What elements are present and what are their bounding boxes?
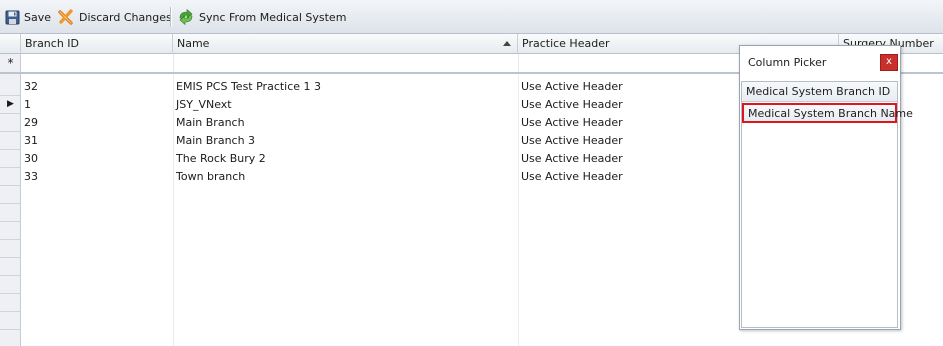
- header-indicator-cell: [0, 34, 21, 54]
- cell-branch-id[interactable]: 30: [21, 150, 173, 168]
- cell-branch-id[interactable]: 29: [21, 114, 173, 132]
- row-indicator[interactable]: [0, 150, 21, 168]
- close-icon[interactable]: x: [880, 54, 898, 71]
- row-indicator-column: * ▶: [0, 54, 21, 346]
- cell-branch-id[interactable]: 32: [21, 78, 173, 96]
- new-row-divider: [518, 54, 519, 72]
- cell-name[interactable]: EMIS PCS Test Practice 1 3: [173, 78, 518, 96]
- column-picker-item-medical-system-branch-name[interactable]: Medical System Branch Name: [742, 103, 913, 123]
- save-button[interactable]: Save: [5, 6, 51, 28]
- cell-branch-id[interactable]: 31: [21, 132, 173, 150]
- column-picker-title: Column Picker: [748, 56, 827, 69]
- new-row-indicator[interactable]: *: [0, 54, 21, 74]
- floppy-disk-icon: [5, 10, 20, 24]
- current-row-indicator-icon[interactable]: ▶: [0, 96, 21, 114]
- cell-branch-id[interactable]: 1: [21, 96, 173, 114]
- row-indicator: [0, 204, 21, 222]
- row-indicator: [0, 276, 21, 294]
- column-picker-list[interactable]: Medical System Branch ID Medical System …: [741, 81, 913, 328]
- row-indicator: [0, 186, 21, 204]
- row-indicator[interactable]: [0, 132, 21, 150]
- cell-name[interactable]: Main Branch: [173, 114, 518, 132]
- sync-arrows-icon: [179, 8, 193, 26]
- row-indicator: [0, 312, 21, 330]
- discard-changes-label: Discard Changes: [79, 10, 172, 24]
- discard-x-icon: [58, 9, 73, 25]
- cell-branch-id[interactable]: 33: [21, 168, 173, 186]
- column-header-name[interactable]: Name: [173, 34, 518, 54]
- column-header-name-label: Name: [177, 37, 210, 50]
- row-indicator: [0, 222, 21, 240]
- cell-name[interactable]: The Rock Bury 2: [173, 150, 518, 168]
- sync-from-medical-system-button[interactable]: Sync From Medical System: [177, 6, 346, 28]
- row-indicator[interactable]: [0, 168, 21, 186]
- row-indicator[interactable]: [0, 114, 21, 132]
- column-header-branch-id[interactable]: Branch ID: [21, 34, 173, 54]
- new-row-divider: [173, 54, 174, 72]
- row-indicator: [0, 240, 21, 258]
- column-picker-dialog: Column Picker x Medical System Branch ID…: [739, 45, 913, 330]
- row-indicator[interactable]: [0, 78, 21, 96]
- row-indicator: [0, 294, 21, 312]
- row-indicator: [0, 258, 21, 276]
- column-picker-item-medical-system-branch-id[interactable]: Medical System Branch ID: [742, 82, 897, 102]
- toolbar: Save Discard Changes Sync From Medical S…: [0, 0, 943, 34]
- sync-label: Sync From Medical System: [199, 10, 347, 24]
- discard-changes-button[interactable]: Discard Changes: [57, 6, 172, 28]
- row-indicator: [0, 330, 21, 346]
- cell-name[interactable]: JSY_VNext: [173, 96, 518, 114]
- sort-ascending-icon: [503, 41, 511, 46]
- cell-name[interactable]: Town branch: [173, 168, 518, 186]
- toolbar-separator: [170, 7, 171, 27]
- cell-name[interactable]: Main Branch 3: [173, 132, 518, 150]
- save-label: Save: [24, 10, 52, 24]
